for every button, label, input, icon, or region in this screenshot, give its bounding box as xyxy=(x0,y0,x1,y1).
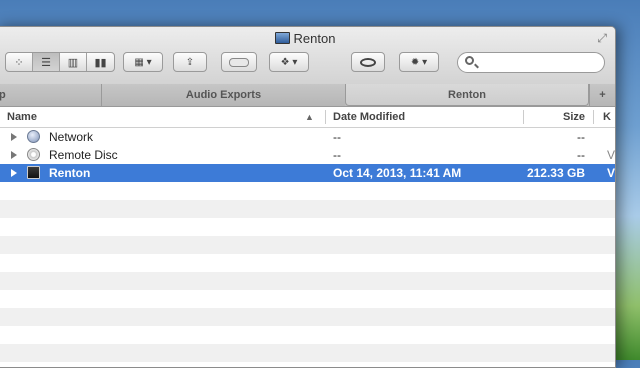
window-title: Renton xyxy=(0,31,615,46)
hard-disk-icon xyxy=(274,32,290,44)
name-column-header[interactable]: Name xyxy=(7,107,317,127)
column-header: Name ▲ Date Modified Size K xyxy=(0,107,615,128)
item-kind: V xyxy=(607,148,616,162)
icon-view-button[interactable]: ⁘ xyxy=(6,53,33,71)
list-view-button[interactable]: ☰ xyxy=(33,53,60,71)
name-header-label: Name xyxy=(7,111,37,123)
eye-icon xyxy=(360,57,376,67)
column-divider[interactable] xyxy=(593,110,594,124)
tab-label: Renton xyxy=(448,88,486,101)
hard-disk-icon xyxy=(27,166,40,179)
item-date: -- xyxy=(333,130,341,144)
item-name: Network xyxy=(49,130,94,144)
item-size: -- xyxy=(577,148,585,162)
quicklook-button[interactable] xyxy=(351,52,385,72)
action-button[interactable]: ✹ ▾ xyxy=(399,52,439,72)
network-globe-icon xyxy=(27,130,40,143)
column-view-button[interactable]: ▥ xyxy=(60,53,87,71)
optical-disc-icon xyxy=(27,148,40,161)
tag-icon xyxy=(229,57,249,67)
disclosure-triangle-icon[interactable] xyxy=(11,151,17,159)
size-header-label: Size xyxy=(562,111,585,123)
file-list: Network -- -- Remote Disc -- -- V Renton… xyxy=(0,128,615,362)
empty-row xyxy=(0,254,615,272)
list-item-selected[interactable]: Renton Oct 14, 2013, 11:41 AM 212.33 GB … xyxy=(0,164,615,182)
list-item[interactable]: Remote Disc -- -- V xyxy=(0,146,615,164)
search-icon xyxy=(465,56,474,65)
window-title-text: Renton xyxy=(293,31,336,46)
tab-label: Audio Exports xyxy=(185,89,262,101)
item-name: Renton xyxy=(49,166,91,180)
item-size: 212.33 GB xyxy=(526,166,585,180)
arrange-grid-icon: ▦ ▾ xyxy=(134,56,152,68)
share-button[interactable]: ⇪ xyxy=(173,52,207,72)
empty-row xyxy=(0,218,615,236)
column-divider[interactable] xyxy=(523,110,524,124)
new-tab-button[interactable]: + xyxy=(589,84,615,106)
tab-audio-exports[interactable]: Audio Exports xyxy=(101,84,345,106)
tag-button[interactable] xyxy=(221,52,257,72)
date-modified-column-header[interactable]: Date Modified xyxy=(333,107,523,127)
empty-row xyxy=(0,200,615,218)
gear-icon: ✹ ▾ xyxy=(410,56,428,68)
empty-row xyxy=(0,290,615,308)
empty-row xyxy=(0,236,615,254)
item-name: Remote Disc xyxy=(49,148,118,162)
fullscreen-icon[interactable]: ⤢ xyxy=(597,31,607,46)
empty-row xyxy=(0,272,615,290)
view-segmented-control: ⁘ ☰ ▥ ▮▮ xyxy=(5,52,115,72)
tab-partial[interactable]: p xyxy=(0,84,101,106)
finder-window: Renton ⤢ ⁘ ☰ ▥ ▮▮ ▦ ▾ ⇪ ❖ ▾ ✹ ▾ Audio Ex… xyxy=(0,26,616,368)
empty-row xyxy=(0,182,615,200)
dropbox-button[interactable]: ❖ ▾ xyxy=(269,52,309,72)
dropbox-icon: ❖ ▾ xyxy=(280,56,298,68)
search-field[interactable] xyxy=(457,52,605,73)
arrange-button[interactable]: ▦ ▾ xyxy=(123,52,163,72)
item-size: -- xyxy=(577,130,585,144)
share-icon: ⇪ xyxy=(185,56,195,68)
empty-row xyxy=(0,326,615,344)
tab-renton[interactable]: Renton xyxy=(345,84,589,106)
sort-ascending-icon: ▲ xyxy=(305,112,314,122)
disclosure-triangle-icon[interactable] xyxy=(11,169,17,177)
date-header-label: Date Modified xyxy=(333,111,406,123)
kind-header-label: K xyxy=(603,111,611,123)
coverflow-view-button[interactable]: ▮▮ xyxy=(87,53,114,71)
title-bar[interactable]: Renton ⤢ ⁘ ☰ ▥ ▮▮ ▦ ▾ ⇪ ❖ ▾ ✹ ▾ xyxy=(0,27,615,85)
disclosure-triangle-icon[interactable] xyxy=(11,133,17,141)
empty-row xyxy=(0,308,615,326)
tab-label: p xyxy=(0,89,6,101)
tab-bar: p Audio Exports Renton + xyxy=(0,84,615,107)
size-column-header[interactable]: Size xyxy=(531,107,585,127)
item-date: -- xyxy=(333,148,341,162)
item-date: Oct 14, 2013, 11:41 AM xyxy=(333,166,462,180)
kind-column-header[interactable]: K xyxy=(603,107,611,127)
list-item[interactable]: Network -- -- xyxy=(0,128,615,146)
plus-icon: + xyxy=(599,89,606,101)
item-kind: V xyxy=(607,166,616,180)
empty-row xyxy=(0,344,615,362)
column-divider[interactable] xyxy=(325,110,326,124)
